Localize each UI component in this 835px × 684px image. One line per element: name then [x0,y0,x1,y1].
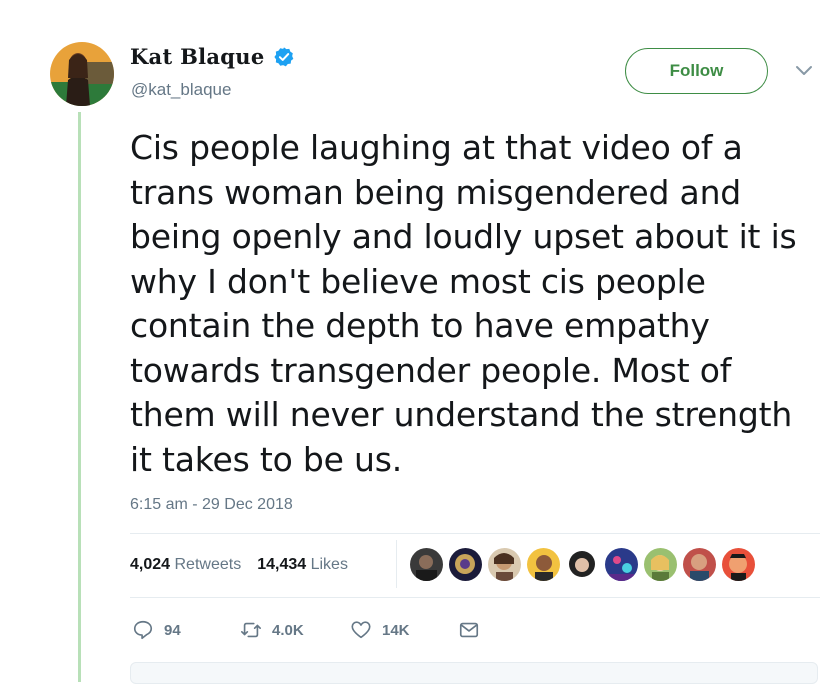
engagement-stats: 4,024 Retweets 14,434 Likes [130,556,348,574]
tweet-timestamp[interactable]: 6:15 am - 29 Dec 2018 [130,496,293,514]
retweets-stat[interactable]: 4,024 Retweets [130,556,241,574]
like-count: 14K [382,621,410,639]
liker-avatar[interactable] [527,548,560,581]
liker-avatar[interactable] [644,548,677,581]
follow-button[interactable]: Follow [625,48,768,94]
retweets-count: 4,024 [130,556,171,573]
liker-avatar[interactable] [605,548,638,581]
retweet-count: 4.0K [272,621,304,639]
stats-separator [396,540,397,588]
envelope-icon [459,622,479,638]
liker-avatars [410,548,755,581]
verified-badge-icon [273,46,293,66]
liker-avatar[interactable] [449,548,482,581]
reply-button[interactable]: 94 [132,619,240,641]
tweet-actions: 94 4.0K 14K [132,619,480,641]
reply-count: 94 [164,621,181,639]
liker-avatar[interactable] [410,548,443,581]
liker-avatar[interactable] [683,548,716,581]
stats-divider-bottom [130,597,820,598]
author-name-row: Kat Blaque [130,44,295,69]
reply-compose-box[interactable] [130,662,818,684]
heart-icon [351,621,371,639]
author-handle[interactable]: @kat_blaque [131,80,231,100]
liker-avatar[interactable] [488,548,521,581]
author-avatar[interactable] [50,42,114,106]
likes-stat[interactable]: 14,434 Likes [257,556,348,574]
liker-avatar[interactable] [722,548,755,581]
author-display-name[interactable]: Kat Blaque [130,44,265,69]
retweet-icon [241,622,261,638]
likes-label: Likes [310,556,348,573]
stats-divider-top [130,533,820,534]
avatar-image [50,42,114,106]
liker-avatar[interactable] [566,548,599,581]
retweets-label: Retweets [174,556,242,573]
reply-icon [133,620,153,640]
chevron-down-icon[interactable] [794,64,814,78]
retweet-button[interactable]: 4.0K [240,619,350,641]
direct-message-button[interactable] [458,619,480,641]
likes-count: 14,434 [257,556,307,573]
tweet-text: Cis people laughing at that video of a t… [130,128,797,479]
thread-connector-line [78,112,81,682]
like-button[interactable]: 14K [350,619,458,641]
